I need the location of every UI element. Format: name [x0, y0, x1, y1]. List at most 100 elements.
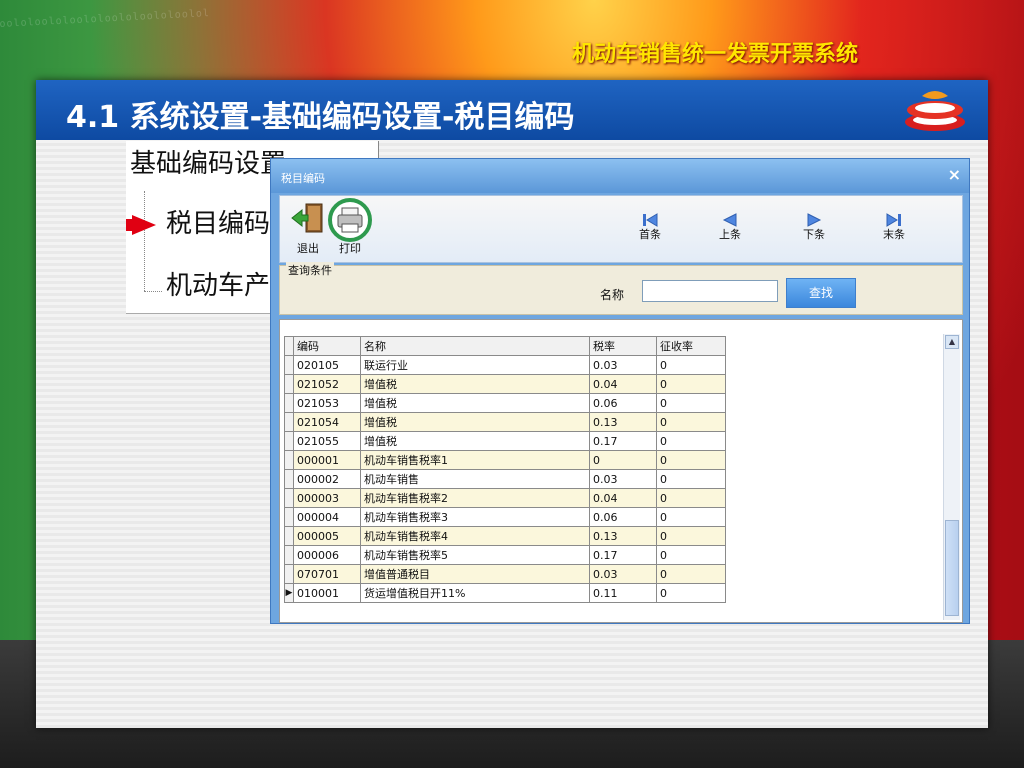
- exit-door-icon: [291, 203, 323, 233]
- cell-name: 机动车销售税率3: [360, 507, 590, 527]
- cell-tax-rate: 0.03: [589, 355, 657, 375]
- cell-name: 增值税: [360, 412, 590, 432]
- cell-levy-rate: 0: [656, 355, 726, 375]
- cell-tax-rate: 0.17: [589, 431, 657, 451]
- first-record-label: 首条: [639, 228, 661, 241]
- tax-code-grid: 编码 名称 税率 征收率 020105 联运行业 0.03 0 021052 增值税 0.0…: [279, 319, 963, 623]
- cell-code: 000002: [293, 469, 361, 489]
- cell-code: 021055: [293, 431, 361, 451]
- cell-name: 机动车销售: [360, 469, 590, 489]
- cell-tax-rate: 0.03: [589, 469, 657, 489]
- table-row[interactable]: 000003 机动车销售税率2 0.04 0: [284, 488, 726, 508]
- cell-levy-rate: 0: [656, 507, 726, 527]
- cell-name: 增值普通税目: [360, 564, 590, 584]
- table-row[interactable]: 070701 增值普通税目 0.03 0: [284, 564, 726, 584]
- last-record-label: 末条: [883, 228, 905, 241]
- table-row[interactable]: 021054 增值税 0.13 0: [284, 412, 726, 432]
- row-selector[interactable]: [284, 412, 294, 432]
- cell-tax-rate: 0.06: [589, 393, 657, 413]
- search-button[interactable]: 查找: [786, 278, 856, 308]
- last-record-button[interactable]: 末条: [872, 200, 916, 258]
- table-row[interactable]: 020105 联运行业 0.03 0: [284, 355, 726, 375]
- cell-name: 机动车销售税率4: [360, 526, 590, 546]
- tree-connector: [144, 291, 162, 292]
- previous-record-label: 上条: [719, 228, 741, 241]
- cell-code: 000003: [293, 488, 361, 508]
- row-selector[interactable]: [284, 393, 294, 413]
- table-header-row: 编码 名称 税率 征收率: [284, 336, 726, 356]
- selected-arrow-icon: [126, 215, 156, 235]
- cell-tax-rate: 0: [589, 450, 657, 470]
- vertical-scrollbar[interactable]: ▲: [943, 334, 960, 620]
- cell-tax-rate: 0.13: [589, 412, 657, 432]
- column-header-levy-rate[interactable]: 征收率: [656, 336, 726, 356]
- first-record-button[interactable]: 首条: [628, 200, 672, 258]
- cell-tax-rate: 0.06: [589, 507, 657, 527]
- row-selector[interactable]: [284, 545, 294, 565]
- row-selector[interactable]: [284, 469, 294, 489]
- slide-title: 4.1 系统设置-基础编码设置-税目编码: [66, 100, 575, 135]
- cell-levy-rate: 0: [656, 564, 726, 584]
- row-selector[interactable]: [284, 564, 294, 584]
- cell-levy-rate: 0: [656, 374, 726, 394]
- next-record-button[interactable]: 下条: [792, 200, 836, 258]
- query-conditions-group: 查询条件 名称 查找: [279, 262, 963, 315]
- cell-name: 货运增值税目开11%: [360, 583, 590, 603]
- cell-code: 021052: [293, 374, 361, 394]
- column-header-tax-rate[interactable]: 税率: [589, 336, 657, 356]
- table-row[interactable]: 000005 机动车销售税率4 0.13 0: [284, 526, 726, 546]
- cell-tax-rate: 0.03: [589, 564, 657, 584]
- scroll-up-icon[interactable]: ▲: [945, 335, 959, 349]
- logo-icon: [905, 91, 965, 131]
- cell-levy-rate: 0: [656, 545, 726, 565]
- row-selector[interactable]: [284, 355, 294, 375]
- column-header-code[interactable]: 编码: [293, 336, 361, 356]
- cell-name: 机动车销售税率2: [360, 488, 590, 508]
- row-selector[interactable]: [284, 431, 294, 451]
- print-button[interactable]: 打印: [328, 198, 372, 258]
- cell-code: 021054: [293, 412, 361, 432]
- cell-levy-rate: 0: [656, 450, 726, 470]
- table-row[interactable]: ▶ 010001 货运增值税目开11% 0.11 0: [284, 583, 726, 603]
- cell-code: 070701: [293, 564, 361, 584]
- cell-code: 020105: [293, 355, 361, 375]
- cell-levy-rate: 0: [656, 583, 726, 603]
- row-selector[interactable]: [284, 507, 294, 527]
- previous-record-button[interactable]: 上条: [708, 200, 752, 258]
- table-row[interactable]: 000006 机动车销售税率5 0.17 0: [284, 545, 726, 565]
- name-search-input[interactable]: [642, 280, 778, 302]
- cell-levy-rate: 0: [656, 412, 726, 432]
- table-row[interactable]: 000001 机动车销售税率1 0 0: [284, 450, 726, 470]
- table-row[interactable]: 000002 机动车销售 0.03 0: [284, 469, 726, 489]
- tax-code-table: 编码 名称 税率 征收率 020105 联运行业 0.03 0 021052 增值税 0.0…: [284, 336, 726, 603]
- cell-code: 000004: [293, 507, 361, 527]
- row-selector[interactable]: [284, 526, 294, 546]
- next-record-label: 下条: [803, 228, 825, 241]
- name-label: 名称: [600, 288, 625, 302]
- column-header-name[interactable]: 名称: [360, 336, 590, 356]
- row-selector[interactable]: [284, 374, 294, 394]
- exit-button[interactable]: 退出: [286, 200, 330, 258]
- tree-item-tax-code[interactable]: 税目编码: [166, 203, 270, 240]
- row-selector[interactable]: [284, 488, 294, 508]
- tree-root-label[interactable]: 基础编码设置: [130, 143, 286, 180]
- table-row[interactable]: 021055 增值税 0.17 0: [284, 431, 726, 451]
- cell-levy-rate: 0: [656, 469, 726, 489]
- cell-code: 000006: [293, 545, 361, 565]
- row-selector[interactable]: [284, 450, 294, 470]
- tree-connector: [144, 191, 146, 291]
- print-label: 打印: [339, 242, 361, 255]
- table-row[interactable]: 000004 机动车销售税率3 0.06 0: [284, 507, 726, 527]
- scrollbar-thumb[interactable]: [945, 520, 959, 616]
- cell-name: 机动车销售税率5: [360, 545, 590, 565]
- exit-label: 退出: [297, 242, 319, 255]
- cell-levy-rate: 0: [656, 431, 726, 451]
- window-close-button[interactable]: ×: [948, 165, 961, 184]
- table-row[interactable]: 021052 增值税 0.04 0: [284, 374, 726, 394]
- current-row-indicator-icon[interactable]: ▶: [284, 583, 294, 603]
- tax-code-window: 税目编码 × 退出 打印 首条 上条 下条 末条 查询条件 名称 查找 编码 名…: [270, 158, 970, 624]
- cell-levy-rate: 0: [656, 526, 726, 546]
- cell-levy-rate: 0: [656, 488, 726, 508]
- cell-name: 增值税: [360, 393, 590, 413]
- table-row[interactable]: 021053 增值税 0.06 0: [284, 393, 726, 413]
